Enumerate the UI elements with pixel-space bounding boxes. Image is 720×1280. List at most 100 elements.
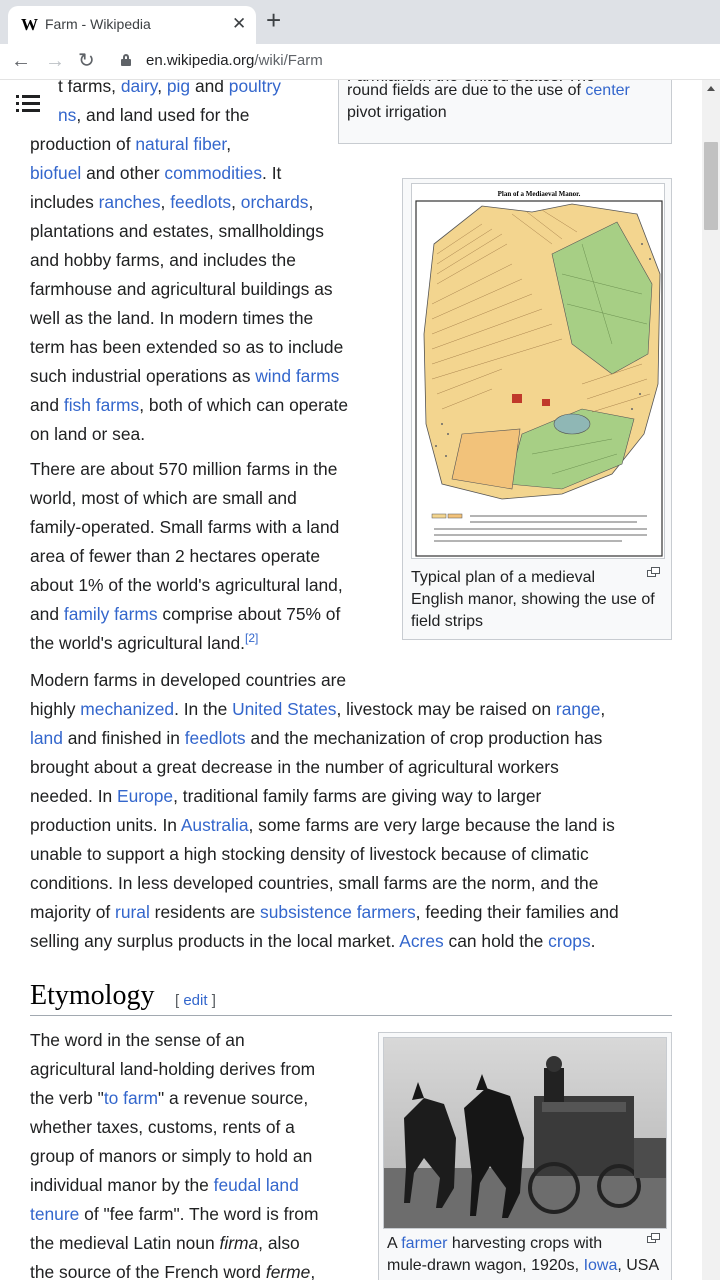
inline-link[interactable]: crops [548,931,591,951]
text-line: includes ranches, feedlots, orchards, [30,188,313,217]
tab-strip: W Farm - Wikipedia ✕ + [0,0,720,44]
inline-link[interactable]: to farm [104,1088,158,1108]
inline-text: comprise about 75% of [157,604,341,624]
caption-dash: – [648,80,655,81]
inline-text: Modern farms in developed countries are [30,670,347,690]
inline-text: family-operated. Small farms with a land [30,517,340,537]
browser-tab[interactable]: W Farm - Wikipedia ✕ [8,6,256,44]
inline-text: ferme [265,1262,311,1280]
inline-link[interactable]: feedlots [170,192,231,212]
forward-button[interactable]: → [45,48,65,74]
inline-link[interactable]: subsistence farmers [260,902,416,922]
caption-text: round fields are due to the use of [347,82,586,99]
inline-link[interactable]: land [30,728,63,748]
inline-text: such industrial operations as [30,366,256,386]
text-line: highly mechanized. In the United States,… [30,695,605,724]
inline-link[interactable]: dairy [121,80,157,96]
inline-link[interactable]: commodities [164,163,262,183]
close-tab-icon[interactable]: ✕ [232,14,246,34]
iowa-link[interactable]: Iowa [584,1257,618,1274]
inline-link[interactable]: pig [167,80,190,96]
wikipedia-favicon-icon: W [21,15,38,34]
back-button[interactable]: ← [11,48,31,74]
inline-text: and [30,395,64,415]
inline-link[interactable]: mechanized [80,699,174,719]
text-line: area of fewer than 2 hectares operate [30,542,320,571]
inline-link[interactable]: poultry [229,80,281,96]
inline-link[interactable]: ranches [99,192,161,212]
text-line: tenure of "fee farm". The word is from [30,1200,318,1229]
pivot-irrigation-link[interactable]: pivot irrigation [347,102,447,124]
scrollbar-thumb[interactable] [704,142,718,230]
edit-section: [ edit ] [175,992,216,1009]
inline-text: There are about 570 million farms in the [30,459,338,479]
inline-link[interactable]: fish farms [64,395,139,415]
inline-link[interactable]: Acres [399,931,443,951]
reload-button[interactable]: ↻ [78,48,95,74]
heading-rule [30,1015,672,1016]
inline-link[interactable]: wind farms [255,366,339,386]
magnify-icon[interactable] [647,567,661,578]
edit-link[interactable]: edit [183,992,207,1009]
new-tab-button[interactable]: + [266,7,281,33]
inline-text: can hold the [443,931,549,951]
inline-link[interactable]: Europe [117,786,173,806]
inline-link[interactable]: orchards [241,192,309,212]
menu-icon[interactable] [16,92,40,116]
inline-text: The word in the sense of an [30,1030,245,1050]
inline-text: well as the land. In modern times the [30,308,314,328]
inline-link[interactable]: ns [58,105,76,125]
farmer-photo[interactable] [383,1037,667,1229]
manor-map-image[interactable]: Plan of a Mediaeval Manor. [411,183,665,559]
inline-link[interactable]: feedlots [185,728,246,748]
text-line: the world's agricultural land.[2] [30,629,258,658]
center-pivot-link[interactable]: center [585,82,629,99]
text-line: There are about 570 million farms in the [30,455,337,484]
inline-link[interactable]: rural [115,902,150,922]
inline-link[interactable]: [2] [245,631,258,645]
section-heading-etymology: Etymology [30,980,155,1011]
magnify-icon[interactable] [647,1233,661,1244]
text-line: term has been extended so as to include [30,333,343,362]
inline-text: about 1% of the world's agricultural lan… [30,575,343,595]
lock-icon[interactable] [121,54,131,66]
text-line: selling any surplus products in the loca… [30,927,596,956]
inline-text: t farms, [58,80,121,96]
caption-text: harvesting crops with [447,1235,603,1252]
address-bar[interactable]: en.wikipedia.org/wiki/Farm [146,52,323,69]
text-line: world, most of which are small and [30,484,297,513]
inline-text: and the mechanization of crop production… [245,728,603,748]
scroll-up-arrow-icon[interactable] [707,86,715,91]
inline-text: the world's agricultural land. [30,633,246,653]
caption-text: A [387,1235,402,1252]
inline-link[interactable]: range [556,699,600,719]
text-line: the medieval Latin noun firma, also [30,1229,300,1258]
inline-link[interactable]: natural fiber [135,134,226,154]
text-line: needed. In Europe, traditional family fa… [30,782,541,811]
inline-link[interactable]: feudal land [214,1175,299,1195]
farmer-caption-line-1: A farmer harvesting crops with [387,1233,602,1255]
inline-text: agricultural land-holding derives from [30,1059,316,1079]
text-line: land and finished in feedlots and the me… [30,724,602,753]
inline-link[interactable]: tenure [30,1204,79,1224]
text-line: plantations and estates, smallholdings [30,217,324,246]
text-line: and family farms comprise about 75% of [30,600,340,629]
inline-link[interactable]: United States [232,699,336,719]
text-line: well as the land. In modern times the [30,304,313,333]
inline-text: majority of [30,902,116,922]
inline-text: . It [262,163,282,183]
inline-link[interactable]: biofuel [30,163,81,183]
inline-text: " a revenue source, [157,1088,309,1108]
inline-text: farmhouse and agricultural buildings as [30,279,333,299]
text-line: and fish farms, both of which can operat… [30,391,348,420]
scrollbar[interactable] [702,80,720,1280]
manor-caption-line: English manor, showing the use of [411,591,655,608]
caption-text: mule-drawn wagon, 1920s, [387,1257,584,1274]
url-path: /wiki/Farm [254,52,323,69]
farmer-link[interactable]: farmer [401,1235,447,1252]
edit-bracket-close: ] [207,992,216,1009]
inline-link[interactable]: family farms [64,604,158,624]
inline-text: term has been extended so as to include [30,337,344,357]
inline-link[interactable]: Australia [181,815,249,835]
caption-line: round fields are due to the use of cente… [347,80,630,102]
